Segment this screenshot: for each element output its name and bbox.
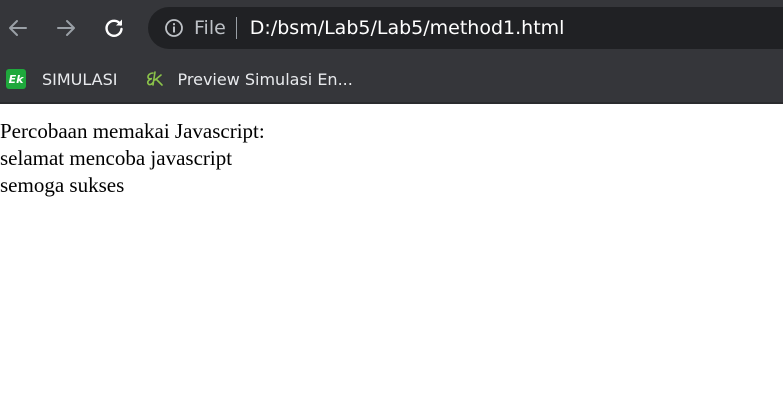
url-text[interactable]: D:/bsm/Lab5/Lab5/method1.html — [250, 17, 565, 39]
forward-button[interactable] — [52, 14, 80, 42]
arrow-left-icon — [9, 20, 27, 36]
ek-script-logo-icon — [144, 69, 166, 89]
back-button[interactable] — [4, 14, 32, 42]
bookmarks-bar: Ek SIMULASI Preview Simulasi En... — [0, 56, 783, 102]
bookmark-label: SIMULASI — [42, 69, 118, 89]
text-line: selamat mencoba javascript — [0, 146, 233, 170]
bookmark-simulasi[interactable]: Ek SIMULASI — [0, 64, 126, 94]
browser-chrome: File D:/bsm/Lab5/Lab5/method1.html Ek SI… — [0, 0, 783, 104]
reload-button[interactable] — [100, 14, 128, 42]
bookmark-label: Preview Simulasi En... — [177, 69, 353, 89]
simulasi-favicon-icon: Ek — [6, 69, 26, 89]
page-content: Percobaan memakai Javascript: selamat me… — [0, 104, 783, 199]
arrow-right-icon — [57, 20, 75, 36]
address-bar[interactable]: File D:/bsm/Lab5/Lab5/method1.html — [148, 7, 783, 49]
omnibox-divider — [235, 17, 237, 39]
text-line: semoga sukses — [0, 173, 125, 197]
text-line: Percobaan memakai Javascript: — [0, 119, 265, 143]
info-circle-icon[interactable] — [164, 18, 184, 38]
scheme-label: File — [194, 17, 226, 39]
browser-toolbar: File D:/bsm/Lab5/Lab5/method1.html — [0, 0, 783, 56]
bookmark-preview-simulasi[interactable]: Preview Simulasi En... — [138, 64, 361, 94]
reload-icon — [105, 19, 123, 37]
chrome-bottom-border — [0, 102, 783, 104]
